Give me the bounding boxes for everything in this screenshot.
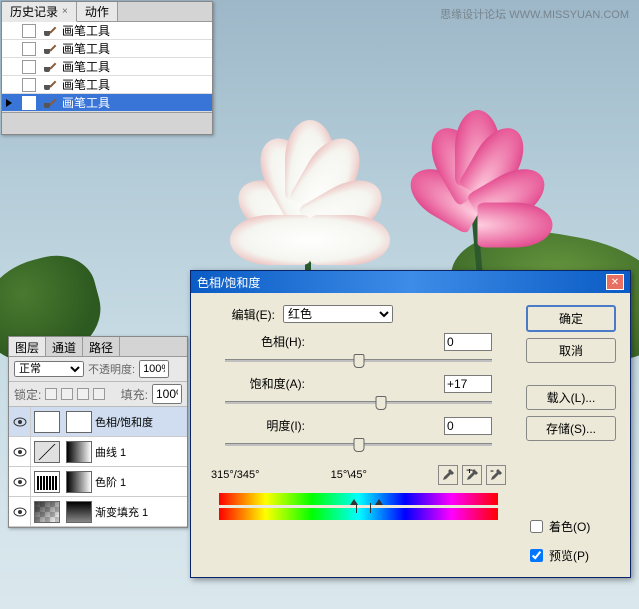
- preview-label: 预览(P): [549, 547, 589, 564]
- tab-channels[interactable]: 通道: [46, 337, 83, 356]
- visibility-eye-icon[interactable]: [9, 467, 31, 497]
- layer-thumbnail[interactable]: [34, 501, 60, 523]
- edit-label: 编辑(E):: [205, 306, 275, 323]
- layer-row[interactable]: 色相/饱和度: [9, 407, 187, 437]
- lightness-slider[interactable]: [225, 437, 492, 455]
- layer-row[interactable]: 色阶 1: [9, 467, 187, 497]
- tab-actions[interactable]: 动作: [77, 2, 118, 21]
- color-spectrum[interactable]: [219, 493, 498, 525]
- history-item[interactable]: 画笔工具: [2, 22, 212, 40]
- history-footer: [2, 112, 212, 134]
- history-snapshot-checkbox[interactable]: [22, 96, 36, 110]
- history-snapshot-checkbox[interactable]: [22, 24, 36, 38]
- brush-icon: [40, 78, 58, 92]
- layers-panel: 图层 通道 路径 正常 不透明度: 锁定: 填充: 色相/饱和度曲线 1 色阶 1…: [8, 336, 188, 528]
- history-item-label: 画笔工具: [62, 22, 110, 39]
- hue-input[interactable]: [444, 333, 492, 351]
- layers-tabs: 图层 通道 路径: [9, 337, 187, 357]
- blend-mode-select[interactable]: 正常: [14, 361, 84, 377]
- history-tabs: 历史记录 × 动作: [2, 2, 212, 22]
- lock-move-icon[interactable]: [77, 388, 89, 400]
- lightness-slider-thumb[interactable]: [353, 438, 364, 452]
- fill-label: 填充:: [121, 386, 148, 403]
- visibility-eye-icon[interactable]: [9, 497, 31, 527]
- history-item[interactable]: 画笔工具: [2, 58, 212, 76]
- layer-row[interactable]: 曲线 1: [9, 437, 187, 467]
- layer-mask-thumbnail[interactable]: [66, 471, 92, 493]
- layer-name[interactable]: 曲线 1: [95, 444, 126, 460]
- watermark-text: 思缘设计论坛 WWW.MISSYUAN.COM: [440, 6, 629, 22]
- fill-input[interactable]: [152, 384, 182, 404]
- saturation-input[interactable]: [444, 375, 492, 393]
- preview-checkbox[interactable]: [530, 549, 543, 562]
- tab-layers[interactable]: 图层: [9, 337, 46, 356]
- svg-text:-: -: [490, 469, 494, 477]
- opacity-input[interactable]: [139, 360, 169, 378]
- history-marker-icon: [6, 99, 12, 107]
- tab-paths[interactable]: 路径: [83, 337, 120, 356]
- layer-thumbnail[interactable]: [34, 441, 60, 463]
- saturation-slider-thumb[interactable]: [376, 396, 387, 410]
- hue-saturation-dialog: 色相/饱和度 ✕ 编辑(E): 红色 色相(H): 饱和度(A):: [190, 270, 631, 578]
- hue-slider[interactable]: [225, 353, 492, 371]
- hue-label: 色相(H):: [225, 333, 305, 351]
- lock-transparent-icon[interactable]: [45, 388, 57, 400]
- lock-all-icon[interactable]: [93, 388, 105, 400]
- colorize-label: 着色(O): [549, 518, 590, 535]
- brush-icon: [40, 24, 58, 38]
- range-right: 15°\45°: [331, 469, 367, 481]
- history-item-label: 画笔工具: [62, 58, 110, 75]
- visibility-eye-icon[interactable]: [9, 407, 31, 437]
- eyedropper-minus-icon[interactable]: -: [486, 465, 506, 485]
- eyedropper-icon[interactable]: [438, 465, 458, 485]
- history-item-label: 画笔工具: [62, 40, 110, 57]
- brush-icon: [40, 42, 58, 56]
- history-item-label: 画笔工具: [62, 76, 110, 93]
- history-item[interactable]: 画笔工具: [2, 94, 212, 112]
- lock-label: 锁定:: [14, 386, 41, 403]
- layer-name[interactable]: 渐变填充 1: [95, 504, 148, 520]
- history-panel: 历史记录 × 动作 画笔工具画笔工具画笔工具画笔工具画笔工具: [1, 1, 213, 135]
- lightness-label: 明度(I):: [225, 417, 305, 435]
- layer-thumbnail[interactable]: [34, 471, 60, 493]
- lightness-input[interactable]: [444, 417, 492, 435]
- brush-icon: [40, 96, 58, 110]
- edit-select[interactable]: 红色: [283, 305, 393, 323]
- layer-name[interactable]: 色阶 1: [95, 474, 126, 490]
- svg-text:+: +: [466, 469, 473, 477]
- layer-name[interactable]: 色相/饱和度: [95, 414, 153, 430]
- close-icon[interactable]: ×: [62, 6, 68, 17]
- dialog-titlebar[interactable]: 色相/饱和度 ✕: [191, 271, 630, 293]
- hue-slider-thumb[interactable]: [353, 354, 364, 368]
- history-item[interactable]: 画笔工具: [2, 40, 212, 58]
- layer-mask-thumbnail[interactable]: [66, 501, 92, 523]
- history-snapshot-checkbox[interactable]: [22, 42, 36, 56]
- close-button[interactable]: ✕: [606, 274, 624, 290]
- layer-mask-thumbnail[interactable]: [66, 411, 92, 433]
- tab-actions-label: 动作: [85, 3, 109, 20]
- dialog-title: 色相/饱和度: [197, 274, 260, 291]
- tab-history-label: 历史记录: [10, 3, 58, 20]
- layer-thumbnail[interactable]: [34, 411, 60, 433]
- cancel-button[interactable]: 取消: [526, 338, 616, 363]
- saturation-label: 饱和度(A):: [225, 375, 305, 393]
- ok-button[interactable]: 确定: [526, 305, 616, 332]
- visibility-eye-icon[interactable]: [9, 437, 31, 467]
- tab-history[interactable]: 历史记录 ×: [2, 2, 77, 22]
- load-button[interactable]: 载入(L)...: [526, 385, 616, 410]
- layer-mask-thumbnail[interactable]: [66, 441, 92, 463]
- eyedropper-plus-icon[interactable]: +: [462, 465, 482, 485]
- history-snapshot-checkbox[interactable]: [22, 78, 36, 92]
- saturation-slider[interactable]: [225, 395, 492, 413]
- history-item-label: 画笔工具: [62, 94, 110, 111]
- lock-paint-icon[interactable]: [61, 388, 73, 400]
- history-snapshot-checkbox[interactable]: [22, 60, 36, 74]
- opacity-label: 不透明度:: [88, 361, 135, 377]
- save-button[interactable]: 存储(S)...: [526, 416, 616, 441]
- brush-icon: [40, 60, 58, 74]
- colorize-checkbox[interactable]: [530, 520, 543, 533]
- history-item[interactable]: 画笔工具: [2, 76, 212, 94]
- range-left: 315°/345°: [211, 469, 260, 481]
- layer-row[interactable]: 渐变填充 1: [9, 497, 187, 527]
